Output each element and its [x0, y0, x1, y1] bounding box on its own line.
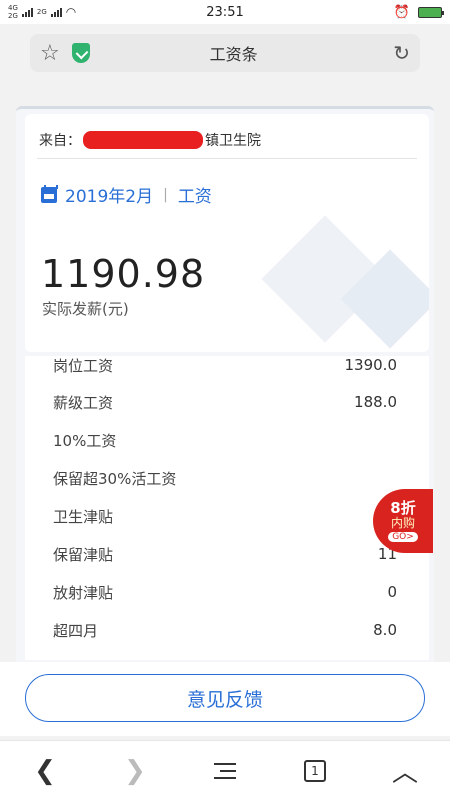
pay-item-name: 薪级工资	[53, 393, 114, 412]
separator: |	[163, 186, 168, 203]
status-right: ⏰	[393, 4, 444, 20]
pay-item-row: 超四月 8.0	[25, 611, 429, 649]
pay-item-row: 放射津贴 0	[25, 573, 429, 611]
pay-item-row: 保留超30%活工资	[25, 459, 429, 497]
signal-icon	[21, 7, 33, 17]
promo-sub-text: 内购	[390, 516, 415, 530]
network-labels: 4G 2G	[8, 4, 18, 20]
status-left: 4G 2G 2G ◠	[8, 4, 76, 20]
period-row[interactable]: 2019年2月 | 工资	[41, 182, 212, 207]
payslip-summary-card: 来自： 镇卫生院 2019年2月 | 工资 1190.98 实际发薪(元)	[25, 114, 429, 352]
back-icon: ❮	[34, 755, 56, 786]
browser-bottom-nav: ❮ ❯ 1 ︿	[0, 740, 450, 800]
status-bar: 4G 2G 2G ◠ 23:51 ⏰	[0, 0, 450, 24]
calendar-icon	[41, 184, 58, 203]
pay-item-name: 放射津贴	[53, 583, 114, 602]
wifi-icon: ◠	[65, 5, 77, 19]
pay-item-value: 8.0	[373, 621, 397, 639]
pay-item-row: 保留津贴 11	[25, 535, 429, 573]
menu-button[interactable]	[195, 746, 255, 796]
pay-item-value: 1390.0	[344, 356, 398, 374]
refresh-icon[interactable]: ↻	[393, 41, 410, 65]
up-chevron-icon: ︿	[391, 758, 418, 788]
network-2g-label-2: 2G	[36, 8, 47, 16]
pay-items-list[interactable]: 岗位工资 1390.0 薪级工资 188.0 10%工资 保留超30%活工资 卫…	[25, 356, 429, 660]
forward-button[interactable]: ❯	[105, 746, 165, 796]
pay-item-row: 卫生津贴 1	[25, 497, 429, 535]
network-4g-label: 4G	[8, 4, 18, 12]
signal-icon-2	[50, 7, 62, 17]
back-button[interactable]: ❮	[15, 746, 75, 796]
home-button[interactable]: ︿	[375, 746, 435, 796]
pay-item-value: 0	[387, 583, 397, 601]
sender-prefix: 来自：	[39, 133, 81, 149]
pay-item-row: 10%工资	[25, 421, 429, 459]
network-2g-label: 2G	[8, 12, 18, 20]
net-pay-label: 实际发薪(元)	[42, 300, 129, 318]
pay-item-name: 超四月	[53, 621, 99, 640]
pay-item-value: 188.0	[354, 393, 397, 411]
pay-item-name: 保留超30%活工资	[53, 469, 177, 488]
pay-item-name: 保留津贴	[53, 545, 114, 564]
promo-go-label: GO>	[388, 532, 418, 542]
pay-item-name: 10%工资	[53, 431, 117, 450]
pay-item-row: 薪级工资 188.0	[25, 383, 429, 421]
forward-icon: ❯	[124, 755, 146, 786]
pay-item-name: 岗位工资	[53, 356, 114, 375]
menu-icon	[214, 762, 236, 780]
battery-icon	[418, 6, 444, 18]
redacted-sender-name	[83, 131, 203, 149]
tabs-button[interactable]: 1	[285, 746, 345, 796]
promo-badge[interactable]: 8折 内购 GO>	[373, 489, 433, 553]
feedback-button[interactable]: 意见反馈	[25, 674, 425, 722]
security-shield-icon[interactable]	[72, 43, 90, 63]
sender-row: 来自： 镇卫生院	[39, 130, 261, 150]
promo-discount-text: 8折	[390, 499, 416, 517]
alarm-icon: ⏰	[393, 4, 410, 20]
divider	[37, 158, 417, 159]
tabs-count-icon: 1	[304, 759, 326, 782]
pay-item-row: 岗位工资 1390.0	[25, 356, 429, 384]
network-labels-2: 2G	[37, 8, 47, 16]
page-title[interactable]: 工资条	[90, 41, 377, 65]
bookmark-star-icon[interactable]: ☆	[40, 41, 66, 66]
pay-item-name: 卫生津贴	[53, 507, 114, 526]
net-pay-amount: 1190.98	[41, 252, 206, 296]
pay-period[interactable]: 2019年2月	[65, 182, 153, 207]
sender-suffix: 镇卫生院	[205, 133, 261, 149]
pay-category[interactable]: 工资	[178, 182, 212, 207]
address-bar[interactable]: ☆ 工资条 ↻	[30, 34, 420, 72]
